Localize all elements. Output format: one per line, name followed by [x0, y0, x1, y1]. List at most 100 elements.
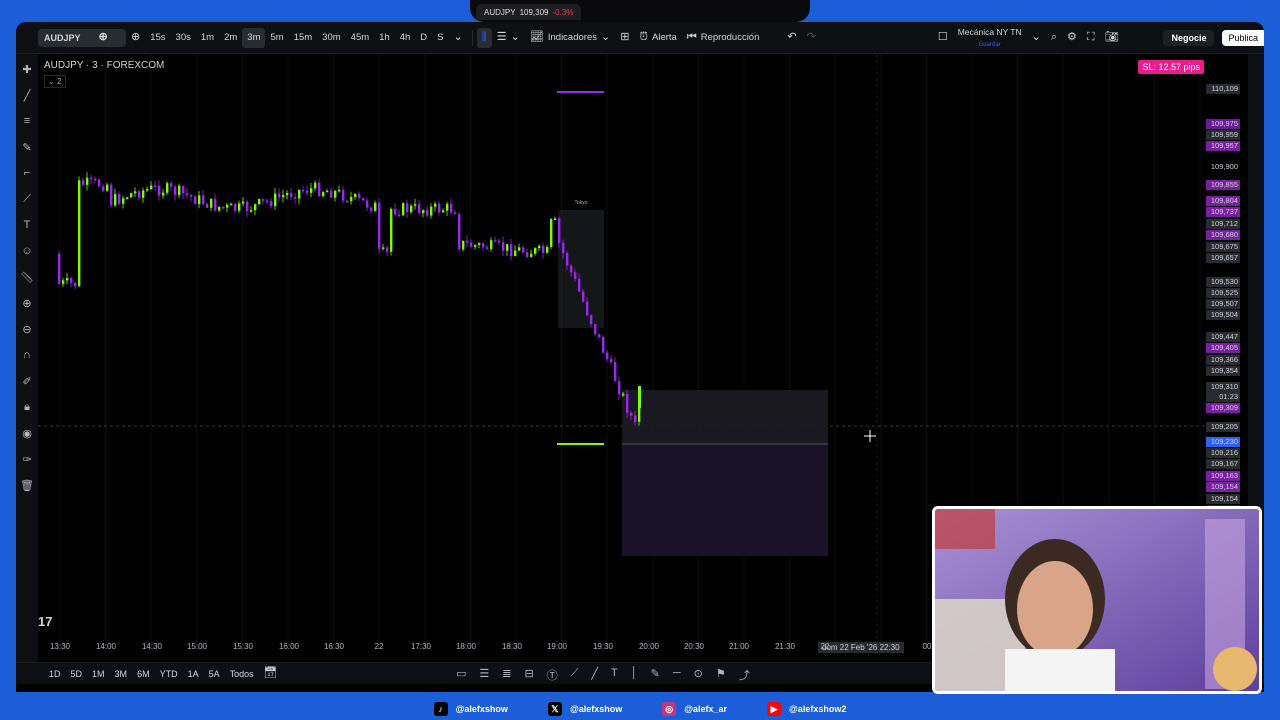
zoom-out-icon[interactable]: ⊖: [22, 318, 31, 340]
x-icon: 𝕏: [547, 702, 562, 716]
eye-icon[interactable]: ◉: [22, 422, 32, 444]
magnet-icon[interactable]: ∩: [23, 344, 31, 366]
compare-icon[interactable]: ⊕: [99, 32, 108, 43]
social-link[interactable]: ♪ @alefxshow: [433, 702, 508, 716]
range-6m[interactable]: 6M: [132, 669, 155, 679]
ruler-icon[interactable]: 📏︎: [20, 266, 34, 288]
interval-30s[interactable]: 30s: [171, 28, 196, 48]
range-1m[interactable]: 1M: [87, 669, 110, 679]
measure-icon[interactable]: ⟋: [23, 188, 31, 210]
alert-button[interactable]: ⏰︎ Alerta: [634, 28, 681, 48]
interval-4h[interactable]: 4h: [395, 28, 416, 48]
candle-type-button[interactable]: ⫼: [476, 27, 492, 48]
fib-retracement-icon[interactable]: ☰: [479, 667, 489, 683]
range-5a[interactable]: 5A: [204, 669, 225, 679]
redo-button[interactable]: ↷: [802, 28, 821, 48]
goto-date-button[interactable]: 📅︎: [259, 664, 283, 684]
candle-body: [502, 242, 505, 251]
interval-45m[interactable]: 45m: [346, 28, 374, 48]
interval-2m[interactable]: 2m: [219, 28, 242, 48]
interval-3m[interactable]: 3m: [242, 27, 266, 48]
publish-button[interactable]: Publica: [1222, 29, 1264, 46]
vertical-line-icon[interactable]: │: [631, 667, 638, 683]
candle-body: [146, 189, 149, 191]
gear-icon: ⚙: [1067, 31, 1077, 43]
time-label: 16:00: [278, 642, 300, 651]
fullscreen-button[interactable]: ⛶: [1082, 28, 1100, 48]
pen-icon[interactable]: ✑: [22, 448, 31, 470]
text-tool-icon[interactable]: Ⓣ: [547, 667, 558, 683]
candle-body: [138, 191, 141, 198]
bars-icon: ☰: [496, 31, 507, 43]
range-5d[interactable]: 5D: [66, 669, 88, 679]
layout-dropdown[interactable]: ⌄: [1027, 28, 1046, 48]
trade-button[interactable]: Negocie: [1163, 29, 1215, 46]
interval-15m[interactable]: 15m: [289, 28, 317, 48]
range-1a[interactable]: 1A: [183, 669, 204, 679]
interval-30m[interactable]: 30m: [317, 28, 345, 48]
candle-body: [170, 183, 173, 187]
candle-body: [370, 207, 373, 212]
undo-button[interactable]: ↶: [782, 28, 801, 48]
text-t-icon[interactable]: T: [611, 667, 618, 683]
interval-s[interactable]: S: [432, 28, 448, 48]
interval-5m[interactable]: 5m: [265, 28, 288, 48]
text-icon[interactable]: T: [24, 214, 31, 236]
search-button[interactable]: ⌕: [1046, 28, 1062, 48]
interval-15s[interactable]: 15s: [145, 28, 170, 48]
emoji-icon[interactable]: ☺: [21, 240, 32, 262]
layout-checkbox[interactable]: ☐: [933, 28, 953, 48]
trend-icon[interactable]: ⤴: [739, 667, 750, 683]
candle-body: [166, 183, 169, 193]
brush-tool-icon[interactable]: ✎: [651, 667, 660, 683]
templates-button[interactable]: ⊞: [615, 28, 634, 48]
range-1d[interactable]: 1D: [44, 669, 66, 679]
lock-icon[interactable]: 🔒︎: [24, 396, 30, 418]
legend-collapse[interactable]: ⌄ 2: [44, 75, 66, 88]
range-todos[interactable]: Todos: [225, 669, 259, 679]
channel-icon[interactable]: ⊟: [525, 667, 534, 683]
symbol-search[interactable]: AUDJPY ⊕: [38, 28, 126, 47]
cursor-icon[interactable]: ✚: [22, 58, 31, 80]
candle-body: [98, 179, 101, 187]
social-link[interactable]: 𝕏 @alefxshow: [547, 702, 622, 716]
social-link[interactable]: ▶ @alefxshow2: [767, 702, 846, 716]
candle-body: [382, 247, 385, 249]
price-label: 109,504: [1206, 310, 1240, 320]
indicators-button[interactable]: 📈︎ Indicadores ⌄: [525, 28, 615, 48]
trash-icon[interactable]: 🗑︎: [20, 474, 34, 496]
fib-icon[interactable]: ≡: [24, 110, 30, 132]
interval-1m[interactable]: 1m: [196, 28, 219, 48]
settings-button[interactable]: ⚙: [1062, 28, 1082, 48]
flag-icon[interactable]: ⚑: [716, 667, 726, 683]
trendline-icon[interactable]: ╱: [24, 84, 31, 106]
zoom-in-icon[interactable]: ⊕: [22, 292, 31, 314]
candle-body: [602, 336, 605, 353]
social-link[interactable]: ◎ @alefx_ar: [662, 702, 727, 716]
indicators-label: Indicadores: [547, 32, 597, 43]
pencil-lock-icon[interactable]: ✐: [22, 370, 31, 392]
browser-tab[interactable]: AUDJPY 109,309 -0.3%: [476, 4, 582, 20]
interval-d[interactable]: D: [415, 28, 432, 48]
layout-name-button[interactable]: Mecánica NY TN Guardar: [953, 27, 1027, 48]
time-label: 18:30: [501, 642, 523, 651]
snapshot-button[interactable]: 📷︎: [1100, 28, 1124, 48]
horizontal-line-icon[interactable]: ─: [673, 667, 681, 683]
chevron-down-icon: ⌄: [510, 31, 520, 43]
line-icon[interactable]: ╱: [591, 667, 598, 683]
bar-type-button[interactable]: ☰ ⌄: [492, 28, 525, 48]
parallel-channel-icon[interactable]: ≣: [502, 667, 511, 683]
range-3m[interactable]: 3M: [110, 669, 133, 679]
pattern-icon[interactable]: ⌐: [24, 162, 30, 184]
interval-1h[interactable]: 1h: [374, 28, 395, 48]
range-ytd[interactable]: YTD: [155, 669, 183, 679]
candle-body: [334, 190, 337, 198]
interval-dropdown[interactable]: ⌄: [449, 28, 468, 48]
replay-button[interactable]: ⏮ Reproducción: [682, 28, 765, 48]
candle-body: [538, 245, 541, 249]
add-symbol-button[interactable]: ⊕: [126, 28, 145, 48]
target-icon[interactable]: ⊙: [694, 667, 703, 683]
ray-icon[interactable]: ⟋: [571, 667, 579, 683]
rectangle-icon[interactable]: ▭: [456, 667, 466, 683]
brush-icon[interactable]: ✎: [22, 136, 31, 158]
